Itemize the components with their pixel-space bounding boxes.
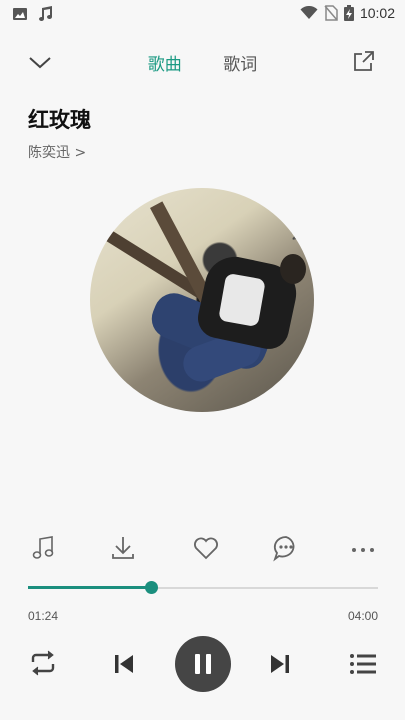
image-icon <box>12 7 28 21</box>
repeat-icon[interactable] <box>28 650 58 676</box>
progress-bar[interactable] <box>28 581 378 594</box>
current-time: 01:24 <box>28 609 59 623</box>
status-bar: 10:02 <box>0 0 405 30</box>
album-cover: YOHAN <box>90 188 314 412</box>
download-icon[interactable] <box>107 532 139 564</box>
no-sim-icon <box>324 5 338 21</box>
tab-bar: 歌曲 歌词 <box>0 50 405 75</box>
tab-lyrics[interactable]: 歌词 <box>223 50 257 75</box>
more-icon[interactable] <box>347 532 379 564</box>
cover-text: YOHAN <box>280 188 307 243</box>
music-note-outline-icon[interactable] <box>28 532 60 564</box>
share-icon[interactable] <box>351 48 377 74</box>
player-header: 歌曲 歌词 <box>0 42 405 82</box>
playlist-icon[interactable] <box>349 652 377 676</box>
duration-time: 04:00 <box>347 609 378 623</box>
playback-controls <box>0 636 405 692</box>
progress-fill <box>28 586 151 589</box>
tab-song[interactable]: 歌曲 <box>148 50 182 75</box>
pause-icon <box>192 654 214 674</box>
wifi-icon <box>300 6 318 20</box>
progress-thumb[interactable] <box>144 581 158 594</box>
comment-icon[interactable] <box>270 532 302 564</box>
previous-icon[interactable] <box>112 652 136 676</box>
pause-button[interactable] <box>175 636 231 692</box>
heart-icon[interactable] <box>190 532 222 564</box>
battery-charging-icon <box>343 5 354 21</box>
music-note-icon <box>36 5 54 23</box>
next-icon[interactable] <box>268 652 292 676</box>
clock: 10:02 <box>359 5 395 21</box>
action-row <box>0 532 405 568</box>
song-title: 红玫瑰 <box>28 108 91 132</box>
artist-link[interactable]: 陈奕迅 > <box>28 142 86 162</box>
